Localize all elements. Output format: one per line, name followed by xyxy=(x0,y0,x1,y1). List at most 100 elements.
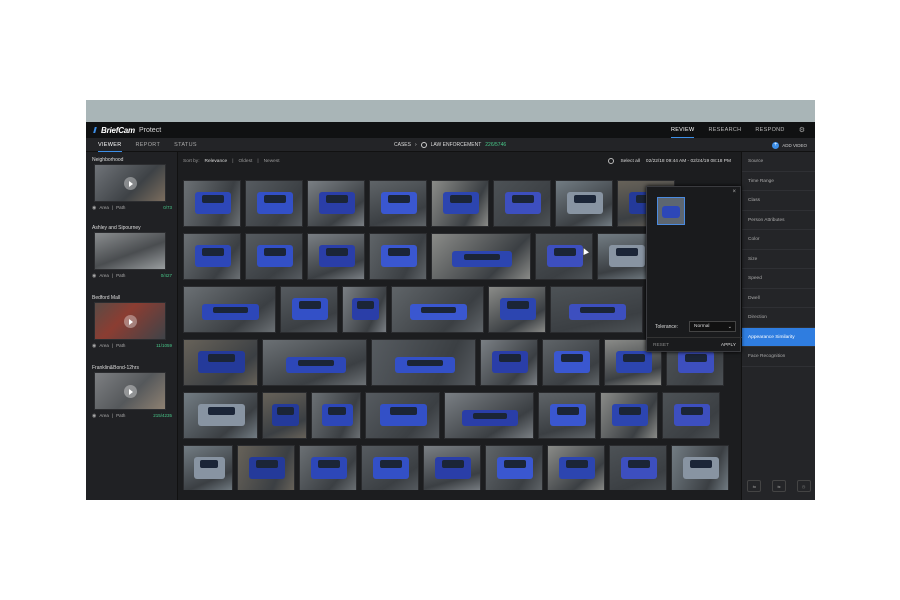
result-thumbnail[interactable] xyxy=(662,392,720,439)
result-thumbnail[interactable] xyxy=(307,233,365,280)
gear-icon[interactable]: ⚙ xyxy=(799,126,805,134)
area-label[interactable]: Area xyxy=(99,273,109,278)
play-icon[interactable] xyxy=(124,385,137,398)
result-thumbnail[interactable] xyxy=(245,233,303,280)
sort-relevance[interactable]: Relevance xyxy=(205,159,228,164)
camera-card[interactable]: Franklin&Bond-12hrs ◉ Area | Path 215/423… xyxy=(92,364,172,420)
camera-thumbnail[interactable] xyxy=(94,232,166,270)
result-thumbnail[interactable] xyxy=(550,286,643,333)
path-label[interactable]: Path xyxy=(116,205,125,210)
nav-research[interactable]: RESEARCH xyxy=(708,122,741,138)
nav-review[interactable]: REVIEW xyxy=(670,122,695,138)
filter-face-recognition[interactable]: Face Recognition xyxy=(742,347,815,367)
add-video-button[interactable]: + ADD VIDEO xyxy=(772,138,807,152)
filter-direction[interactable]: Direction xyxy=(742,308,815,328)
play-icon[interactable] xyxy=(124,315,137,328)
vehicle xyxy=(409,304,468,320)
tab-report[interactable]: REPORT xyxy=(136,138,161,152)
result-thumbnail[interactable] xyxy=(183,445,233,490)
save-icon[interactable]: ⇆ xyxy=(771,480,786,492)
result-thumbnail[interactable] xyxy=(535,233,593,280)
result-thumbnail[interactable] xyxy=(431,180,489,227)
filter-appearance-similarity[interactable]: Appearance Similarity xyxy=(742,327,815,347)
result-thumbnail[interactable] xyxy=(183,286,276,333)
eye-icon[interactable]: ◉ xyxy=(92,273,96,279)
result-thumbnail[interactable] xyxy=(485,445,543,490)
sort-oldest[interactable]: Oldest xyxy=(238,159,252,164)
tab-viewer[interactable]: VIEWER xyxy=(98,138,122,152)
result-thumbnail[interactable] xyxy=(391,286,484,333)
sort-newest[interactable]: Newest xyxy=(264,159,280,164)
filter-class[interactable]: Class xyxy=(742,191,815,211)
result-thumbnail[interactable] xyxy=(307,180,365,227)
reference-thumbnail[interactable] xyxy=(657,197,685,225)
tab-status[interactable]: STATUS xyxy=(174,138,197,152)
camera-card[interactable]: Neighborhood ◉ Area | Path 0/73 xyxy=(92,156,172,212)
result-thumbnail[interactable] xyxy=(262,392,307,439)
share-icon[interactable]: ◷ xyxy=(796,480,811,492)
play-icon[interactable] xyxy=(124,177,137,190)
area-label[interactable]: Area xyxy=(99,413,109,418)
close-icon[interactable]: × xyxy=(732,189,736,195)
result-thumbnail[interactable] xyxy=(262,339,367,386)
result-thumbnail[interactable] xyxy=(369,180,427,227)
filter-speed[interactable]: Speed xyxy=(742,269,815,289)
result-thumbnail[interactable] xyxy=(342,286,387,333)
result-thumbnail[interactable] xyxy=(423,445,481,490)
result-thumbnail[interactable] xyxy=(183,233,241,280)
date-range[interactable]: 02/22/18 09:44 AM - 02/24/19 08:18 PM xyxy=(646,159,731,164)
filter-time-range[interactable]: Time Range xyxy=(742,172,815,191)
select-all-label[interactable]: Select all xyxy=(620,159,639,164)
result-thumbnail[interactable] xyxy=(444,392,534,439)
result-thumbnail[interactable] xyxy=(245,180,303,227)
path-label[interactable]: Path xyxy=(116,343,125,348)
nav-respond[interactable]: RESPOND xyxy=(755,122,784,138)
filter-color[interactable]: Color xyxy=(742,230,815,250)
camera-card[interactable]: Bedford Mall ◉ Area | Path 11/1059 xyxy=(92,294,172,350)
breadcrumb-case[interactable]: LAW ENFORCEMENT xyxy=(431,142,482,148)
camera-thumbnail[interactable] xyxy=(94,164,166,202)
result-thumbnail[interactable] xyxy=(671,445,729,490)
result-thumbnail[interactable] xyxy=(369,233,427,280)
select-all-checkbox[interactable] xyxy=(608,158,615,164)
result-thumbnail[interactable] xyxy=(183,339,258,386)
camera-card[interactable]: Ashley and Sipourney ◉ Area | Path 0/427 xyxy=(92,224,172,280)
result-thumbnail[interactable] xyxy=(600,392,658,439)
result-thumbnail[interactable] xyxy=(183,180,241,227)
result-thumbnail[interactable] xyxy=(431,233,531,280)
eye-icon[interactable]: ◉ xyxy=(92,205,96,211)
result-thumbnail[interactable] xyxy=(237,445,295,490)
result-thumbnail[interactable] xyxy=(365,392,440,439)
result-thumbnail[interactable] xyxy=(299,445,357,490)
path-label[interactable]: Path xyxy=(116,273,125,278)
camera-thumbnail[interactable] xyxy=(94,302,166,340)
result-thumbnail[interactable] xyxy=(538,392,596,439)
area-label[interactable]: Area xyxy=(99,343,109,348)
area-label[interactable]: Area xyxy=(99,205,109,210)
result-thumbnail[interactable] xyxy=(361,445,419,490)
filter-source[interactable]: Source xyxy=(742,152,815,172)
tolerance-select[interactable]: Normal ⌄ xyxy=(689,321,736,332)
result-thumbnail[interactable] xyxy=(488,286,546,333)
result-thumbnail[interactable] xyxy=(371,339,476,386)
breadcrumb-cases[interactable]: CASES xyxy=(394,142,411,148)
reset-button[interactable]: RESET xyxy=(653,343,669,348)
filter-dwell[interactable]: Dwell xyxy=(742,289,815,308)
eye-icon[interactable]: ◉ xyxy=(92,343,96,349)
result-thumbnail[interactable] xyxy=(555,180,613,227)
filter-person-attributes[interactable]: Person Attributes xyxy=(742,211,815,230)
result-thumbnail[interactable] xyxy=(480,339,538,386)
filter-size[interactable]: Size xyxy=(742,250,815,269)
eye-icon[interactable]: ◉ xyxy=(92,413,96,419)
path-label[interactable]: Path xyxy=(116,413,125,418)
result-thumbnail[interactable] xyxy=(542,339,600,386)
clear-icon[interactable]: ⇆ xyxy=(747,480,762,492)
result-thumbnail[interactable] xyxy=(547,445,605,490)
result-thumbnail[interactable] xyxy=(493,180,551,227)
result-thumbnail[interactable] xyxy=(609,445,667,490)
result-thumbnail[interactable] xyxy=(311,392,361,439)
result-thumbnail[interactable] xyxy=(280,286,338,333)
result-thumbnail[interactable] xyxy=(183,392,258,439)
camera-thumbnail[interactable] xyxy=(94,372,166,410)
apply-button[interactable]: APPLY xyxy=(721,343,736,348)
